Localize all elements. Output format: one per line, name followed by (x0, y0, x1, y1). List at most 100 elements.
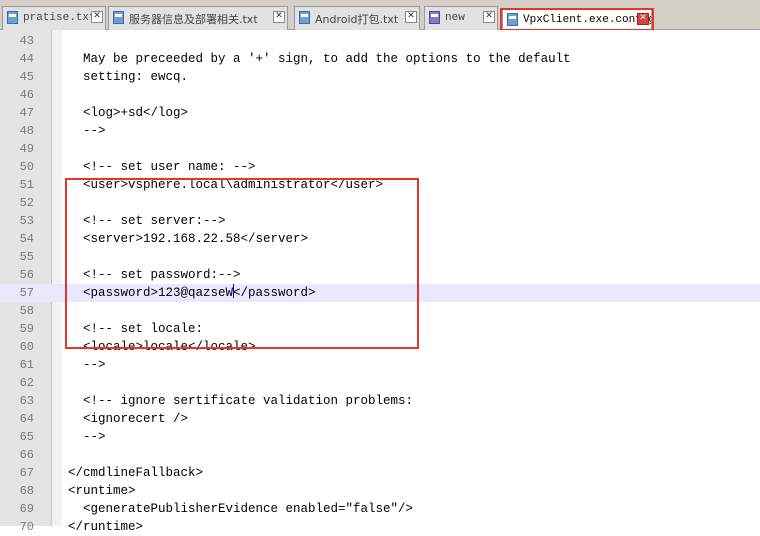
line-number: 43 (19, 34, 34, 48)
file-icon (7, 11, 18, 24)
code-line[interactable]: 45 setting: ewcq. (0, 68, 760, 86)
line-number: 58 (19, 304, 34, 318)
tab-label: Android打包.txt (315, 13, 399, 26)
line-number: 62 (19, 376, 34, 390)
line-number: 56 (19, 268, 34, 282)
code-text: <user>vsphere.local\administrator</user> (68, 178, 384, 192)
code-line[interactable]: 43 (0, 32, 760, 50)
code-text: <ignorecert /> (68, 412, 189, 426)
code-text: <!-- set password:--> (68, 268, 241, 282)
code-editor[interactable]: 43 44 May be preceeded by a '+' sign, to… (0, 30, 760, 534)
code-text: --> (68, 358, 106, 372)
code-text: <runtime> (68, 484, 136, 498)
line-number: 51 (19, 178, 34, 192)
line-number: 53 (19, 214, 34, 228)
line-number: 54 (19, 232, 34, 246)
code-line[interactable]: 68 <runtime> (0, 482, 760, 500)
code-line[interactable]: 58 (0, 302, 760, 320)
code-text: <!-- ignore sertificate validation probl… (68, 394, 414, 408)
line-number: 68 (19, 484, 34, 498)
tab-new[interactable]: new ✕ (424, 6, 498, 30)
code-line[interactable]: 70 </runtime> (0, 518, 760, 536)
tab-server-info[interactable]: 服务器信息及部署相关.txt ✕ (108, 6, 288, 30)
tab-bar: pratise.txt ✕ 服务器信息及部署相关.txt ✕ Android打包… (0, 0, 760, 31)
code-line[interactable]: 63 <!-- ignore sertificate validation pr… (0, 392, 760, 410)
code-line[interactable]: 53 <!-- set server:--> (0, 212, 760, 230)
line-number: 47 (19, 106, 34, 120)
line-number: 55 (19, 250, 34, 264)
code-text: <server>192.168.22.58</server> (68, 232, 309, 246)
code-line[interactable]: 54 <server>192.168.22.58</server> (0, 230, 760, 248)
code-text: <!-- set server:--> (68, 214, 226, 228)
tab-label: 服务器信息及部署相关.txt (129, 13, 258, 26)
code-text: --> (68, 430, 106, 444)
code-text: <locale>locale</locale> (68, 340, 256, 354)
code-text: <generatePublisherEvidence enabled="fals… (68, 502, 414, 516)
code-text: <log>+sd</log> (68, 106, 189, 120)
code-line[interactable]: 56 <!-- set password:--> (0, 266, 760, 284)
code-text: <!-- set user name: --> (68, 160, 256, 174)
close-icon[interactable]: ✕ (483, 11, 495, 23)
file-icon (507, 13, 518, 26)
line-number: 69 (19, 502, 34, 516)
line-number: 67 (19, 466, 34, 480)
tab-vpxclient-config[interactable]: VpxClient.exe.config ✕ (502, 8, 652, 30)
close-icon[interactable]: ✕ (273, 11, 285, 23)
code-line[interactable]: 46 (0, 86, 760, 104)
code-line[interactable]: 50 <!-- set user name: --> (0, 158, 760, 176)
line-number: 48 (19, 124, 34, 138)
code-line[interactable]: 65 --> (0, 428, 760, 446)
line-number: 57 (19, 286, 34, 300)
code-line[interactable]: 67 </cmdlineFallback> (0, 464, 760, 482)
code-line-current[interactable]: 57 <password>123@qazseW</password> (0, 284, 760, 302)
tab-android-package[interactable]: Android打包.txt ✕ (294, 6, 420, 30)
code-line[interactable]: 66 (0, 446, 760, 464)
code-line[interactable]: 69 <generatePublisherEvidence enabled="f… (0, 500, 760, 518)
code-line[interactable]: 51 <user>vsphere.local\administrator</us… (0, 176, 760, 194)
close-icon[interactable]: ✕ (91, 11, 103, 23)
file-icon (299, 11, 310, 24)
line-number: 70 (19, 520, 34, 534)
code-line[interactable]: 48 --> (0, 122, 760, 140)
code-text-after-caret: </password> (233, 286, 316, 300)
line-number: 46 (19, 88, 34, 102)
line-number: 49 (19, 142, 34, 156)
code-line[interactable]: 47 <log>+sd</log> (0, 104, 760, 122)
tab-label: pratise.txt (23, 12, 96, 24)
tab-label: VpxClient.exe.config (523, 14, 652, 26)
code-text: --> (68, 124, 106, 138)
code-text: setting: ewcq. (68, 70, 189, 84)
close-icon[interactable]: ✕ (637, 13, 649, 25)
file-icon (113, 11, 124, 24)
code-line[interactable]: 55 (0, 248, 760, 266)
code-line[interactable]: 59 <!-- set locale: (0, 320, 760, 338)
code-text: </cmdlineFallback> (68, 466, 204, 480)
line-number: 59 (19, 322, 34, 336)
line-number: 44 (19, 52, 34, 66)
code-text-before-caret: <password>123@qazseW (68, 286, 234, 300)
code-line[interactable]: 44 May be preceeded by a '+' sign, to ad… (0, 50, 760, 68)
code-text: <!-- set locale: (68, 322, 204, 336)
line-number: 60 (19, 340, 34, 354)
code-text: </runtime> (68, 520, 144, 534)
code-line[interactable]: 61 --> (0, 356, 760, 374)
tab-pratise[interactable]: pratise.txt ✕ (2, 6, 106, 30)
code-line[interactable]: 64 <ignorecert /> (0, 410, 760, 428)
line-number: 61 (19, 358, 34, 372)
close-icon[interactable]: ✕ (405, 11, 417, 23)
code-text: <password>123@qazseW</password> (68, 284, 316, 302)
line-number: 65 (19, 430, 34, 444)
line-number: 63 (19, 394, 34, 408)
code-line[interactable]: 60 <locale>locale</locale> (0, 338, 760, 356)
line-number: 50 (19, 160, 34, 174)
code-line[interactable]: 62 (0, 374, 760, 392)
code-line[interactable]: 52 (0, 194, 760, 212)
code-text: May be preceeded by a '+' sign, to add t… (68, 52, 571, 66)
file-icon-purple (429, 11, 440, 24)
line-number: 52 (19, 196, 34, 210)
code-line[interactable]: 49 (0, 140, 760, 158)
line-number: 66 (19, 448, 34, 462)
line-number: 45 (19, 70, 34, 84)
tab-label: new (445, 12, 465, 24)
line-number: 64 (19, 412, 34, 426)
